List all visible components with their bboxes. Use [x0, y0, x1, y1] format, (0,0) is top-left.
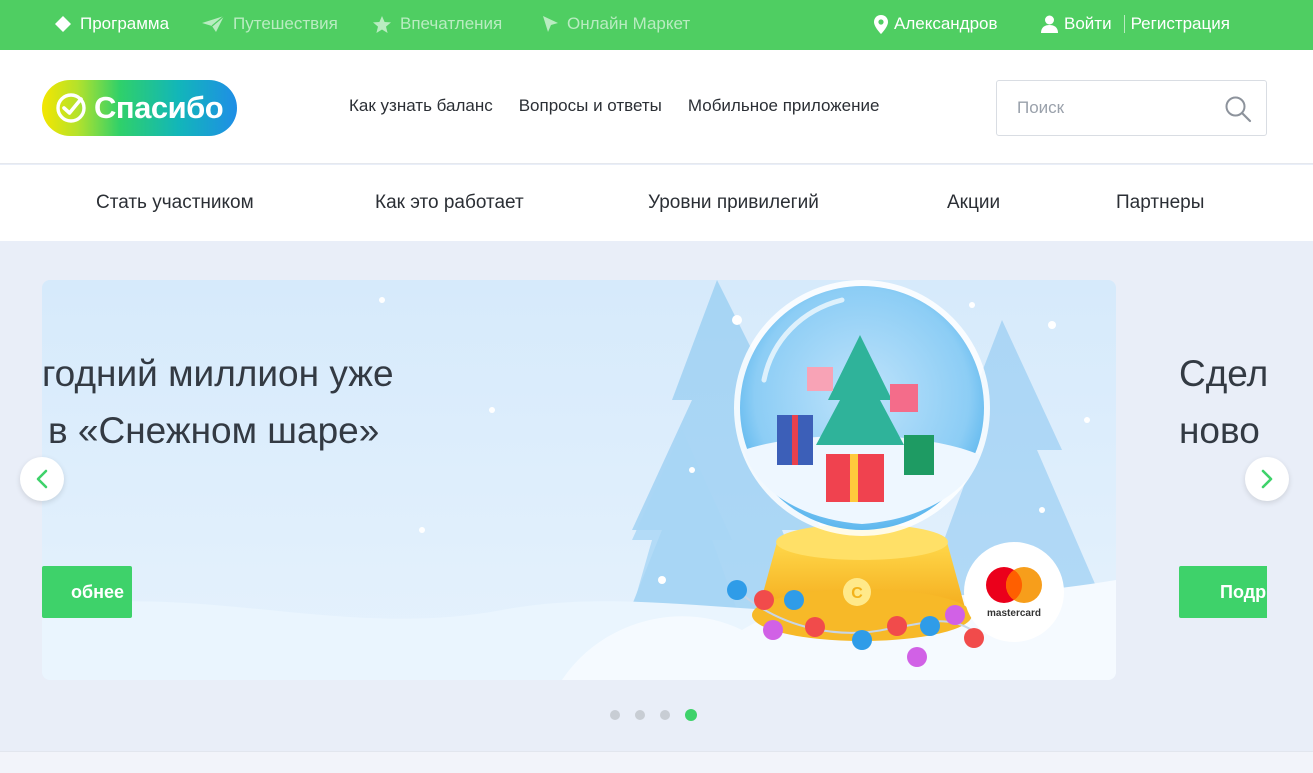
paper-plane-icon — [202, 15, 225, 32]
login-link[interactable]: Войти — [1064, 14, 1112, 34]
carousel-dot-2[interactable] — [635, 710, 645, 720]
diamond-icon — [55, 16, 71, 32]
slide-viewport: С mastercard годний миллион уже в «Снежн… — [42, 280, 1267, 680]
topnav-travel[interactable]: Путешествия — [201, 0, 338, 48]
cursor-icon — [543, 16, 558, 32]
secnav-join[interactable]: Стать участником — [96, 165, 254, 241]
search-icon[interactable] — [1224, 95, 1252, 123]
link-faq[interactable]: Вопросы и ответы — [519, 96, 662, 116]
next-slide-title-line2: ново — [1179, 410, 1260, 451]
check-circle-icon — [56, 93, 86, 123]
link-balance[interactable]: Как узнать баланс — [349, 96, 493, 116]
secnav-how-it-works[interactable]: Как это работает — [375, 165, 524, 241]
register-link[interactable]: Регистрация — [1131, 14, 1230, 34]
auth-links: Войти Регистрация — [1041, 0, 1230, 48]
topnav-program-label: Программа — [80, 14, 170, 33]
slide-more-button[interactable]: обнее — [42, 566, 132, 618]
carousel-next-button[interactable] — [1245, 457, 1289, 501]
link-mobile-app[interactable]: Мобильное приложение — [688, 96, 880, 116]
slide-title-line2: в «Снежном шаре» — [48, 410, 380, 451]
secnav-promotions[interactable]: Акции — [947, 165, 1000, 241]
mastercard-badge: mastercard — [964, 542, 1064, 642]
topnav-impressions-label: Впечатления — [400, 14, 503, 33]
mastercard-logo-icon — [986, 567, 1042, 603]
chevron-right-icon — [1261, 469, 1273, 489]
user-icon — [1041, 15, 1058, 33]
carousel-dot-4[interactable] — [685, 709, 697, 721]
city-selector[interactable]: Александров — [874, 0, 998, 48]
top-bar: Программа Путешествия Впечатления Онлайн… — [0, 0, 1313, 50]
carousel-prev-button[interactable] — [20, 457, 64, 501]
search-input[interactable] — [997, 81, 1217, 135]
topnav-market-label: Онлайн Маркет — [567, 14, 691, 33]
snow-globe-illustration: С — [42, 280, 1116, 680]
next-slide-more-button[interactable]: Подр — [1179, 566, 1267, 618]
logo[interactable]: Спасибо — [42, 80, 237, 136]
slide-snow-globe[interactable]: С mastercard годний миллион уже в «Снежн… — [42, 280, 1116, 680]
carousel-dot-1[interactable] — [610, 710, 620, 720]
slide-title-line1: годний миллион уже — [42, 353, 394, 394]
topnav-program[interactable]: Программа — [54, 0, 169, 48]
next-slide-button-label: Подр — [1220, 581, 1267, 602]
star-icon — [373, 15, 391, 33]
location-pin-icon — [874, 14, 888, 34]
secnav-partners[interactable]: Партнеры — [1116, 165, 1204, 241]
section-nav: Стать участником Как это работает Уровни… — [0, 165, 1313, 241]
globe-badge: С — [851, 585, 863, 602]
promo-carousel: С mastercard годний миллион уже в «Снежн… — [0, 241, 1313, 751]
divider — [1123, 15, 1125, 33]
header: Спасибо Как узнать баланс Вопросы и отве… — [0, 50, 1313, 164]
next-section-edge — [0, 751, 1313, 773]
search-box — [996, 80, 1267, 136]
chevron-left-icon — [36, 469, 48, 489]
carousel-dot-3[interactable] — [660, 710, 670, 720]
header-links: Как узнать баланс Вопросы и ответы Мобил… — [349, 96, 879, 116]
slide-more-button-label: обнее — [70, 581, 124, 602]
card-brand-label: mastercard — [987, 608, 1041, 619]
carousel-dots — [610, 709, 697, 721]
city-label: Александров — [894, 14, 998, 33]
topnav-market[interactable]: Онлайн Маркет — [542, 0, 690, 48]
topnav-travel-label: Путешествия — [233, 14, 338, 33]
topnav-impressions[interactable]: Впечатления — [372, 0, 502, 48]
next-slide-title-line1: Сдел — [1179, 353, 1267, 394]
secnav-privilege-levels[interactable]: Уровни привилегий — [648, 165, 819, 241]
logo-text: Спасибо — [94, 90, 224, 125]
